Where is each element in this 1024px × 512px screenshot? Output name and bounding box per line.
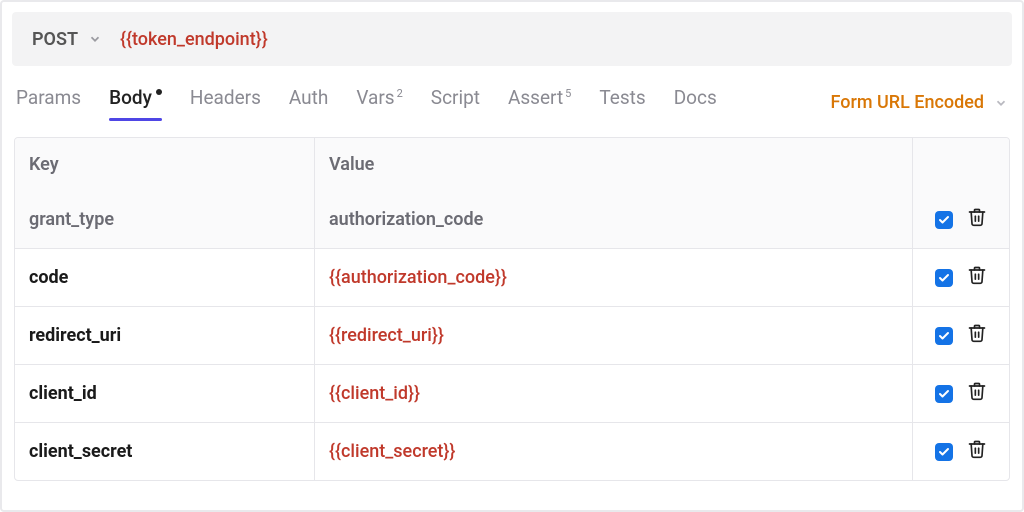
body-type-selector[interactable]: Form URL Encoded bbox=[831, 92, 1008, 113]
body-type-label: Form URL Encoded bbox=[831, 92, 984, 113]
param-value-cell[interactable]: {{redirect_uri}} bbox=[315, 307, 913, 364]
tab-label: Docs bbox=[674, 86, 717, 109]
enable-checkbox[interactable] bbox=[935, 327, 953, 345]
chevron-down-icon bbox=[994, 96, 1008, 110]
trash-icon[interactable] bbox=[967, 381, 987, 406]
table-row: grant_type authorization_code bbox=[15, 191, 1009, 248]
param-value-text: {{client_secret}} bbox=[329, 441, 455, 462]
param-value-cell[interactable]: {{client_secret}} bbox=[315, 423, 913, 480]
tab-params[interactable]: Params bbox=[16, 86, 81, 119]
param-value-cell[interactable]: {{client_id}} bbox=[315, 365, 913, 422]
table-row: client_id {{client_id}} bbox=[15, 364, 1009, 422]
enable-checkbox[interactable] bbox=[935, 211, 953, 229]
param-actions-cell bbox=[913, 249, 1009, 306]
tab-label: Assert bbox=[508, 86, 563, 109]
param-value-text: {{authorization_code}} bbox=[329, 267, 507, 288]
tab-docs[interactable]: Docs bbox=[674, 86, 717, 119]
body-params-table: Key Value grant_type authorization_codeco… bbox=[14, 137, 1010, 481]
chevron-down-icon bbox=[88, 32, 102, 46]
param-key-cell[interactable]: client_id bbox=[15, 365, 315, 422]
request-url-bar: POST {{token_endpoint}} bbox=[12, 12, 1012, 66]
enable-checkbox[interactable] bbox=[935, 385, 953, 403]
table-row: code {{authorization_code}} bbox=[15, 248, 1009, 306]
http-method-selector[interactable]: POST bbox=[32, 29, 102, 50]
param-value-text: {{redirect_uri}} bbox=[329, 325, 444, 346]
tab-label: Tests bbox=[599, 86, 645, 109]
tab-vars[interactable]: Vars2 bbox=[356, 86, 402, 119]
trash-icon[interactable] bbox=[967, 323, 987, 348]
tab-script[interactable]: Script bbox=[431, 86, 480, 119]
tab-label: Body bbox=[109, 86, 152, 109]
trash-icon[interactable] bbox=[967, 207, 987, 232]
tab-headers[interactable]: Headers bbox=[190, 86, 261, 119]
param-actions-cell bbox=[913, 307, 1009, 364]
tab-label: Auth bbox=[289, 86, 328, 109]
param-value-cell[interactable]: {{authorization_code}} bbox=[315, 249, 913, 306]
column-header-key: Key bbox=[15, 138, 315, 191]
table-row: redirect_uri {{redirect_uri}} bbox=[15, 306, 1009, 364]
tab-body[interactable]: Body bbox=[109, 86, 162, 119]
param-key-cell[interactable]: grant_type bbox=[15, 191, 315, 248]
dirty-indicator-icon bbox=[156, 89, 162, 95]
tab-auth[interactable]: Auth bbox=[289, 86, 328, 119]
tab-label: Vars bbox=[356, 86, 394, 109]
request-tabs: Params Body Headers Auth Vars2 Script As… bbox=[16, 86, 717, 119]
param-actions-cell bbox=[913, 365, 1009, 422]
trash-icon[interactable] bbox=[967, 439, 987, 464]
table-header-row: Key Value bbox=[15, 138, 1009, 191]
param-value-text: authorization_code bbox=[329, 209, 483, 230]
param-actions-cell bbox=[913, 423, 1009, 480]
param-key-cell[interactable]: code bbox=[15, 249, 315, 306]
tab-label: Headers bbox=[190, 86, 261, 109]
tab-label: Script bbox=[431, 86, 480, 109]
tab-assert[interactable]: Assert5 bbox=[508, 86, 571, 119]
tab-tests[interactable]: Tests bbox=[599, 86, 645, 119]
enable-checkbox[interactable] bbox=[935, 443, 953, 461]
param-value-cell[interactable]: authorization_code bbox=[315, 191, 913, 248]
request-url-input[interactable]: {{token_endpoint}} bbox=[120, 29, 268, 50]
tab-label: Params bbox=[16, 86, 81, 109]
param-actions-cell bbox=[913, 191, 1009, 248]
column-header-value: Value bbox=[315, 138, 913, 191]
param-value-text: {{client_id}} bbox=[329, 383, 420, 404]
trash-icon[interactable] bbox=[967, 265, 987, 290]
param-key-cell[interactable]: client_secret bbox=[15, 423, 315, 480]
param-key-cell[interactable]: redirect_uri bbox=[15, 307, 315, 364]
http-method-label: POST bbox=[32, 29, 78, 50]
tab-badge: 5 bbox=[565, 87, 571, 100]
tab-badge: 2 bbox=[397, 87, 403, 100]
table-row: client_secret {{client_secret}} bbox=[15, 422, 1009, 480]
column-header-actions bbox=[913, 138, 1009, 191]
enable-checkbox[interactable] bbox=[935, 269, 953, 287]
